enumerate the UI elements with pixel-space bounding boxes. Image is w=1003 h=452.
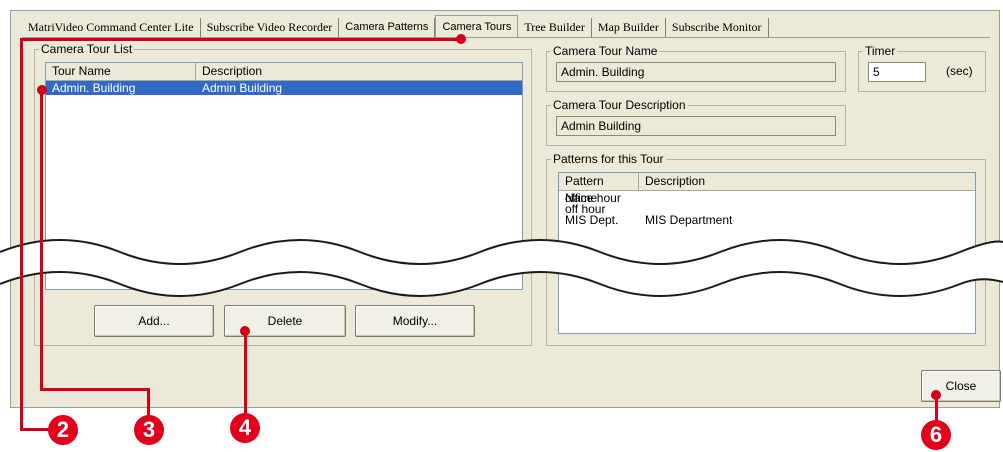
tour-row-name: Admin. Building xyxy=(52,81,136,95)
pattern-row-name: MIS Dept. xyxy=(565,213,619,227)
callout-2-line xyxy=(20,38,23,431)
tab-bar: MatriVideo Command Center Lite Subscribe… xyxy=(22,15,769,38)
camera-tour-description-legend: Camera Tour Description xyxy=(553,98,686,112)
tab-camera-patterns[interactable]: Camera Patterns xyxy=(339,18,436,37)
camera-tour-list[interactable]: Tour Name Description Admin. Building Ad… xyxy=(45,62,523,290)
camera-tour-name-field[interactable]: Admin. Building xyxy=(556,62,836,82)
callout-3-line xyxy=(40,388,150,391)
tab-command-center[interactable]: MatriVideo Command Center Lite xyxy=(22,18,201,37)
pattern-row-description: MIS Department xyxy=(645,213,733,227)
tour-row[interactable]: Admin. Building Admin Building xyxy=(46,81,522,95)
timer-legend: Timer xyxy=(865,44,896,58)
pattern-description-column-header[interactable]: Description xyxy=(639,173,975,190)
callout-4-line xyxy=(244,331,247,416)
tab-camera-tours[interactable]: Camera Tours xyxy=(435,15,519,38)
description-column-header[interactable]: Description xyxy=(196,63,522,80)
tab-subscribe-monitor[interactable]: Subscribe Monitor xyxy=(665,18,769,37)
callout-marker-4: 4 xyxy=(230,413,260,443)
timer-unit-label: (sec) xyxy=(946,64,973,78)
callout-2-line xyxy=(20,428,50,431)
camera-tour-description-field[interactable]: Admin Building xyxy=(556,116,836,136)
tab-subscribe-video-recorder[interactable]: Subscribe Video Recorder xyxy=(200,18,340,37)
callout-3-line xyxy=(147,388,150,416)
patterns-list-header: Pattern Name Description xyxy=(559,173,975,205)
pattern-name-column-header[interactable]: Pattern Name xyxy=(559,173,639,205)
callout-3-line xyxy=(40,89,43,391)
tab-map-builder[interactable]: Map Builder xyxy=(591,18,666,37)
tour-row-description: Admin Building xyxy=(202,81,283,95)
tab-tree-builder[interactable]: Tree Builder xyxy=(518,18,592,37)
patterns-legend: Patterns for this Tour xyxy=(553,152,664,166)
callout-2-line xyxy=(20,38,461,41)
patterns-list[interactable]: Pattern Name Description office hour off… xyxy=(558,172,976,334)
tour-list-header: Tour Name Description xyxy=(46,63,522,81)
tour-name-column-header[interactable]: Tour Name xyxy=(46,63,196,80)
callout-marker-6: 6 xyxy=(921,420,951,450)
timer-field[interactable]: 5 xyxy=(868,62,926,82)
pattern-row[interactable]: MIS Dept. MIS Department xyxy=(559,213,975,227)
callout-6-line xyxy=(935,395,938,423)
callout-marker-3: 3 xyxy=(134,415,164,445)
callout-marker-2: 2 xyxy=(48,415,78,445)
modify-button[interactable]: Modify... xyxy=(355,305,475,337)
camera-tour-list-legend: Camera Tour List xyxy=(41,42,133,56)
camera-tour-name-legend: Camera Tour Name xyxy=(553,44,658,58)
add-button[interactable]: Add... xyxy=(94,305,214,337)
